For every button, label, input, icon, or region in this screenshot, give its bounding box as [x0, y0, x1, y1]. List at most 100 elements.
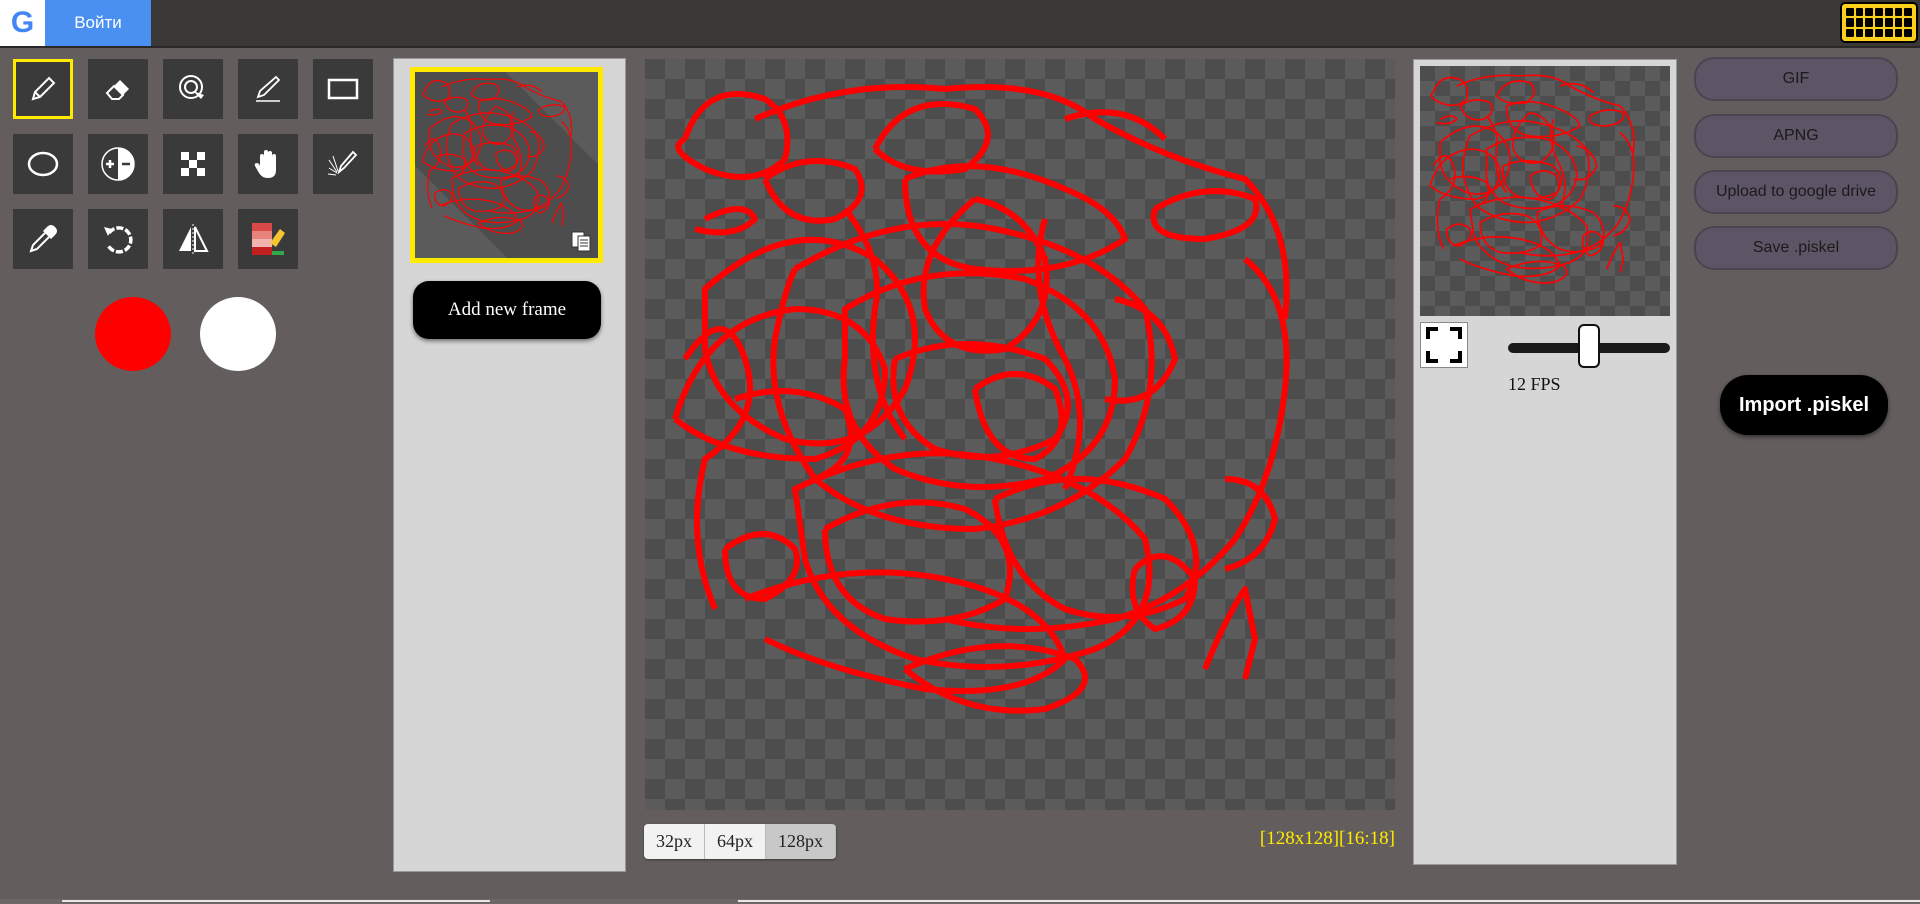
- scribble-stroke: [556, 175, 570, 199]
- scribble-stroke: [475, 141, 519, 172]
- target-lasso-icon: [179, 75, 204, 99]
- move-tool[interactable]: [238, 134, 298, 194]
- duplicate-icon[interactable]: [570, 230, 592, 252]
- add-new-frame-button[interactable]: Add new frame: [413, 281, 601, 339]
- eyedropper-icon: [29, 225, 57, 253]
- canvas-drawing: [672, 84, 1290, 714]
- drawing-canvas[interactable]: [645, 59, 1395, 810]
- scribble-stroke: [494, 149, 518, 172]
- scribble-stroke: [551, 202, 565, 226]
- scribble-stroke: [478, 216, 523, 234]
- scribble-stroke: [734, 388, 854, 482]
- scribble-stroke: [753, 84, 1290, 320]
- scribble-stroke: [445, 112, 540, 190]
- scribble-stroke: [1495, 80, 1536, 105]
- scribble-stroke: [517, 84, 543, 93]
- keyboard-icon: [1846, 8, 1912, 37]
- fps-slider-handle[interactable]: [1578, 324, 1600, 368]
- scribble-stroke: [694, 206, 758, 236]
- scribble-stroke: [872, 101, 991, 175]
- google-logo[interactable]: G: [0, 0, 45, 46]
- palette-tool[interactable]: [238, 209, 298, 269]
- scribble-stroke: [675, 91, 791, 180]
- top-bar: G Войти: [0, 0, 1920, 48]
- magic-wand-tool[interactable]: [163, 59, 223, 119]
- bottom-scrollbar: [0, 899, 1920, 904]
- scribble-stroke: [1501, 160, 1562, 200]
- eraser-icon: [105, 80, 129, 100]
- preview-panel: 12 FPS: [1413, 59, 1677, 865]
- keyboard-shortcuts-button[interactable]: [1840, 2, 1918, 43]
- ellipse-icon: [27, 151, 59, 177]
- fullscreen-button[interactable]: [1420, 322, 1468, 368]
- color-palette-icon: [252, 223, 285, 255]
- spray-pen-icon: [327, 150, 358, 176]
- upload-google-drive-button[interactable]: Upload to google drive: [1694, 170, 1898, 214]
- mirror-flip-icon: [179, 224, 209, 254]
- scribble-stroke: [1613, 204, 1631, 237]
- scribble-stroke: [1506, 260, 1568, 284]
- frames-panel: Add new frame: [393, 58, 626, 872]
- scribble-stroke: [1202, 586, 1258, 680]
- scribble-stroke: [1064, 109, 1168, 142]
- export-gif-button[interactable]: GIF: [1694, 57, 1898, 101]
- scribble-stroke: [538, 104, 565, 118]
- scribble-stroke: [1588, 109, 1625, 127]
- frame-thumbnail[interactable]: [410, 67, 603, 263]
- eyedropper-tool[interactable]: [13, 209, 73, 269]
- scribble-stroke: [1150, 188, 1260, 242]
- ellipse-tool[interactable]: [13, 134, 73, 194]
- secondary-color-swatch[interactable]: [200, 297, 276, 371]
- size-64px-button[interactable]: 64px: [705, 824, 766, 859]
- rotate-icon: [104, 226, 133, 254]
- scribble-stroke: [1453, 236, 1561, 278]
- scribble-stroke: [890, 341, 1071, 460]
- scribble-stroke: [441, 78, 573, 137]
- scribble-stroke: [436, 153, 466, 177]
- save-piskel-button[interactable]: Save .piskel: [1694, 226, 1898, 270]
- import-piskel-button[interactable]: Import .piskel: [1720, 375, 1888, 435]
- flip-tool[interactable]: [163, 209, 223, 269]
- dither-tool[interactable]: [163, 134, 223, 194]
- size-128px-button[interactable]: 128px: [766, 824, 836, 859]
- animation-preview: [1420, 66, 1670, 316]
- canvas-size-selector: 32px 64px 128px: [644, 824, 836, 859]
- scribble-stroke: [427, 108, 443, 116]
- preview-drawing: [1429, 74, 1635, 284]
- lighten-tool[interactable]: [88, 134, 148, 194]
- scribble-stroke: [1436, 115, 1458, 125]
- stroke-tool[interactable]: [238, 59, 298, 119]
- scribble-stroke: [533, 194, 550, 214]
- pencil-icon: [31, 76, 56, 101]
- scribble-stroke: [972, 371, 1065, 462]
- scribble-stroke: [1430, 76, 1469, 107]
- stroke-pen-icon: [256, 75, 281, 102]
- scribble-stroke: [439, 198, 519, 230]
- scribble-stroke: [1224, 476, 1278, 572]
- checkerboard-icon: [181, 152, 205, 176]
- spray-tool[interactable]: [313, 134, 373, 194]
- primary-color-swatch[interactable]: [95, 297, 171, 371]
- rotate-tool[interactable]: [88, 209, 148, 269]
- scribble-stroke: [1445, 223, 1472, 247]
- export-apng-button[interactable]: APNG: [1694, 114, 1898, 158]
- fps-label: 12 FPS: [1508, 374, 1561, 394]
- scribble-stroke: [903, 643, 1088, 714]
- scribble-stroke: [1581, 230, 1605, 257]
- google-icon: G: [10, 6, 35, 39]
- pen-tool[interactable]: [13, 59, 73, 119]
- fullscreen-icon: [1426, 327, 1462, 363]
- scribble-stroke: [422, 80, 451, 102]
- login-button[interactable]: Войти: [45, 0, 151, 46]
- scribble-stroke: [1461, 120, 1590, 224]
- rectangle-tool[interactable]: [313, 59, 373, 119]
- size-32px-button[interactable]: 32px: [644, 824, 705, 859]
- eraser-tool[interactable]: [88, 59, 148, 119]
- lighten-darken-icon: [101, 147, 135, 181]
- scribble-stroke: [1559, 82, 1594, 94]
- scribble-stroke: [1479, 212, 1543, 255]
- rectangle-icon: [327, 78, 359, 100]
- scribble-stroke: [433, 189, 453, 207]
- scribble-stroke: [1605, 241, 1625, 273]
- scribble-stroke: [822, 499, 1013, 625]
